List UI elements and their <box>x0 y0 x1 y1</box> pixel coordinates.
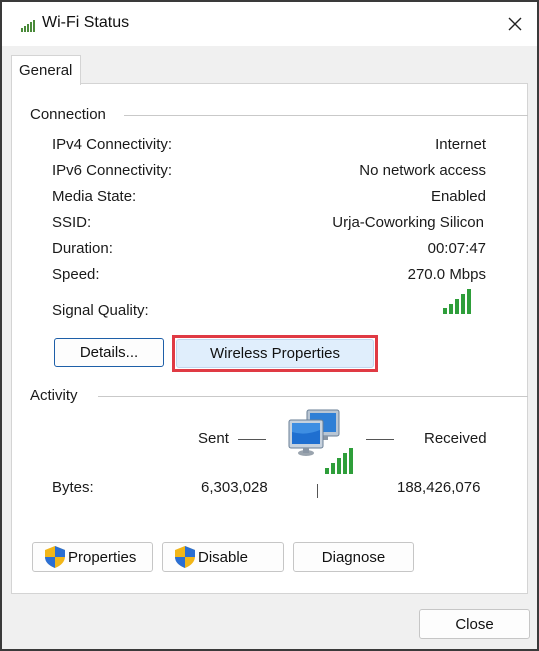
received-line <box>366 439 394 440</box>
close-icon <box>508 17 522 31</box>
received-label: Received <box>424 430 487 447</box>
window-title: Wi-Fi Status <box>42 14 130 31</box>
wifi-status-window: Wi-Fi Status General Connection IPv4 Con… <box>0 0 539 651</box>
bytes-received-value: 188,426,076 <box>397 479 481 496</box>
sent-line <box>238 439 266 440</box>
activity-heading: Activity <box>30 387 78 404</box>
connection-heading: Connection <box>30 106 106 123</box>
connection-divider <box>124 115 528 116</box>
properties-button-label: Properties <box>68 548 137 566</box>
wireless-properties-button[interactable]: Wireless Properties <box>176 339 374 368</box>
diagnose-button[interactable]: Diagnose <box>293 542 414 572</box>
properties-button[interactable]: Properties <box>32 542 153 572</box>
speed-value: 270.0 Mbps <box>407 266 486 283</box>
bytes-sent-value: 6,303,028 <box>201 479 268 496</box>
media-state-value: Enabled <box>430 188 486 205</box>
close-window-button[interactable] <box>498 8 532 40</box>
speed-label: Speed: <box>52 266 100 283</box>
ssid-label: SSID: <box>52 214 92 231</box>
duration-value: 00:07:47 <box>427 240 486 257</box>
close-button[interactable]: Close <box>419 609 530 639</box>
media-state-label: Media State: <box>52 188 137 205</box>
network-computers-icon <box>288 409 353 474</box>
uac-shield-icon <box>45 546 65 568</box>
signal-bars-icon <box>443 289 471 314</box>
sent-label: Sent <box>198 430 229 447</box>
wifi-signal-icon <box>21 20 35 32</box>
duration-label: Duration: <box>52 240 113 257</box>
bytes-label: Bytes: <box>52 479 94 496</box>
activity-divider <box>98 396 528 397</box>
signal-quality-label: Signal Quality: <box>52 302 149 319</box>
disable-button-label: Disable <box>198 548 249 566</box>
disable-button[interactable]: Disable <box>162 542 284 572</box>
ipv6-label: IPv6 Connectivity: <box>52 162 173 179</box>
ipv6-value: No network access <box>359 162 486 179</box>
details-button[interactable]: Details... <box>54 338 164 367</box>
uac-shield-icon <box>175 546 195 568</box>
tab-general[interactable]: General <box>11 55 81 85</box>
ssid-value: Urja-Coworking Silicon <box>332 214 484 231</box>
ipv4-value: Internet <box>435 136 486 153</box>
activity-separator <box>317 484 318 498</box>
ipv4-label: IPv4 Connectivity: <box>52 136 173 153</box>
title-bar: Wi-Fi Status <box>2 2 537 46</box>
